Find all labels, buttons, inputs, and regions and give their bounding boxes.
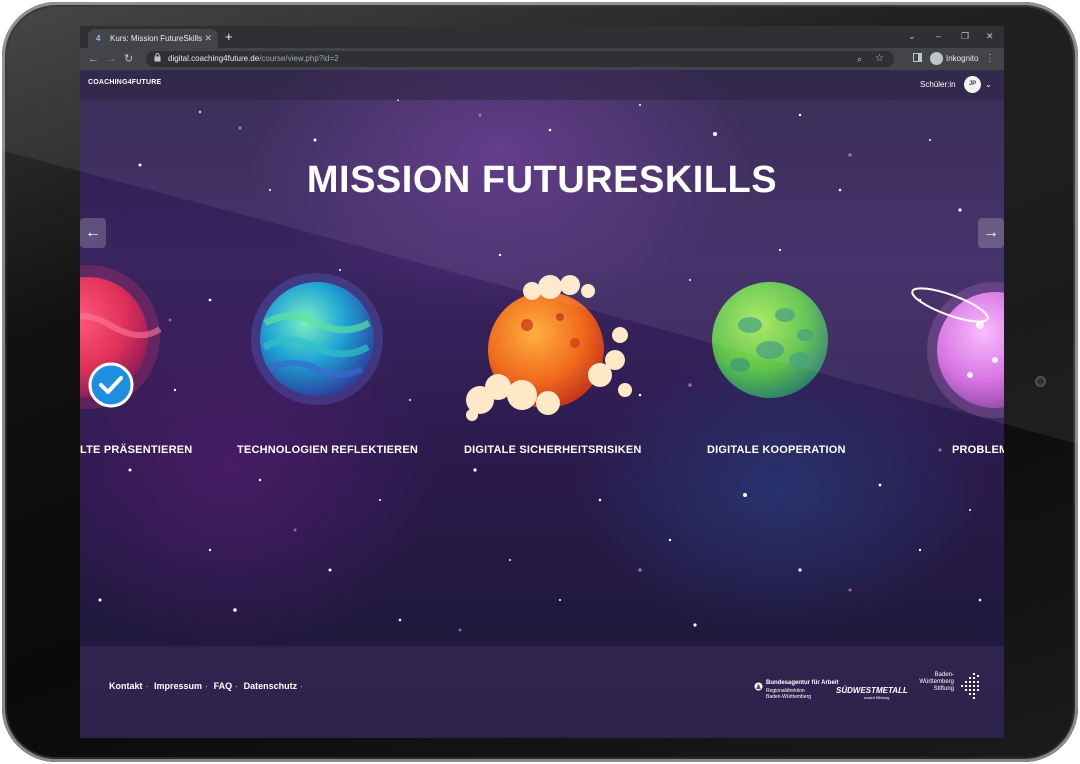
coaching4future-logo[interactable]: COACHING4FUTURE: [88, 78, 161, 97]
incognito-icon[interactable]: [930, 52, 943, 65]
restore-icon[interactable]: ❐: [961, 29, 969, 43]
planet-technologien[interactable]: [251, 273, 383, 405]
address-bar[interactable]: digital.coaching4future.de/course/view.p…: [146, 51, 894, 67]
browser-tab[interactable]: 4 Kurs: Mission FutureSkills ✕: [88, 29, 218, 48]
completed-check-icon: [88, 362, 134, 408]
bookmark-star-icon[interactable]: ☆: [875, 51, 884, 67]
close-window-icon[interactable]: ✕: [986, 29, 994, 43]
planet-label-praesentieren[interactable]: LTE PRÄSENTIEREN: [80, 443, 192, 457]
new-tab-icon[interactable]: +: [225, 28, 233, 46]
tab-search-icon[interactable]: ⌄: [908, 29, 916, 43]
sponsor-bw-stiftung[interactable]: Baden- Württemberg Stiftung: [916, 672, 954, 693]
tab-bar: 4 Kurs: Mission FutureSkills ✕ + ⌄ – ❐ ✕: [80, 26, 1004, 48]
browser-window: 4 Kurs: Mission FutureSkills ✕ + ⌄ – ❐ ✕…: [80, 26, 1004, 738]
reload-icon[interactable]: ↻: [124, 51, 133, 67]
bw-stiftung-logo-icon: [961, 673, 979, 699]
footer-link-faq[interactable]: FAQ: [214, 681, 233, 691]
site-footer: Kontakt · Impressum · FAQ · Datenschutz · Bu…: [80, 646, 1004, 738]
tab-close-icon[interactable]: ✕: [204, 29, 212, 48]
planet-sicherheitsrisiken[interactable]: [466, 275, 632, 421]
course-page: COACHING4FUTURE Schüler:in JP ⌄ MISSION …: [80, 70, 1004, 738]
page-title: MISSION FUTURESKILLS: [306, 159, 778, 201]
footer-links: Kontakt · Impressum · FAQ · Datenschutz ·: [109, 681, 304, 691]
carousel-prev-button[interactable]: ←: [80, 218, 106, 248]
tab-title: Kurs: Mission FutureSkills: [110, 34, 203, 43]
planet-label-kooperation[interactable]: DIGITALE KOOPERATION: [707, 443, 846, 457]
incognito-label[interactable]: Inkognito: [946, 51, 978, 67]
planet-kooperation[interactable]: [712, 282, 828, 398]
planet-problemloesung[interactable]: [909, 282, 1004, 418]
minimize-icon[interactable]: –: [936, 29, 941, 43]
side-panel-icon[interactable]: [913, 53, 922, 62]
forward-icon[interactable]: →: [106, 51, 117, 67]
browser-toolbar: ← → ↻ digital.coaching4future.de/course/…: [80, 48, 1004, 70]
planet-praesentieren[interactable]: [80, 265, 162, 409]
lock-icon: [154, 53, 161, 62]
user-role-label: Schüler:in: [920, 80, 956, 89]
browser-menu-icon[interactable]: ⋮: [985, 51, 995, 67]
url-text: digital.coaching4future.de/course/view.p…: [168, 54, 339, 63]
zoom-icon[interactable]: ⌕: [857, 51, 862, 67]
carousel-next-button[interactable]: →: [978, 218, 1004, 248]
avatar[interactable]: JP: [964, 76, 981, 93]
site-header: COACHING4FUTURE Schüler:in JP ⌄: [80, 70, 1004, 100]
planet-label-technologien[interactable]: TECHNOLOGIEN REFLEKTIEREN: [237, 443, 418, 457]
footer-link-datenschutz[interactable]: Datenschutz: [244, 681, 298, 691]
footer-link-kontakt[interactable]: Kontakt: [109, 681, 143, 691]
planet-carousel: [80, 265, 1004, 421]
footer-link-impressum[interactable]: Impressum: [154, 681, 202, 691]
tablet-camera: [1035, 376, 1046, 387]
sponsor-suedwestmetall[interactable]: SÜDWESTMETALL macht Bildung: [836, 686, 908, 701]
back-icon[interactable]: ←: [88, 51, 99, 67]
planet-label-problem[interactable]: PROBLEM: [952, 443, 1004, 457]
user-menu-chevron-icon[interactable]: ⌄: [985, 79, 992, 91]
ba-logo-icon: [754, 682, 763, 691]
moodle-favicon-icon: 4: [96, 34, 101, 43]
planet-label-sicherheitsrisiken[interactable]: DIGITALE SICHERHEITSRISIKEN: [464, 443, 642, 457]
